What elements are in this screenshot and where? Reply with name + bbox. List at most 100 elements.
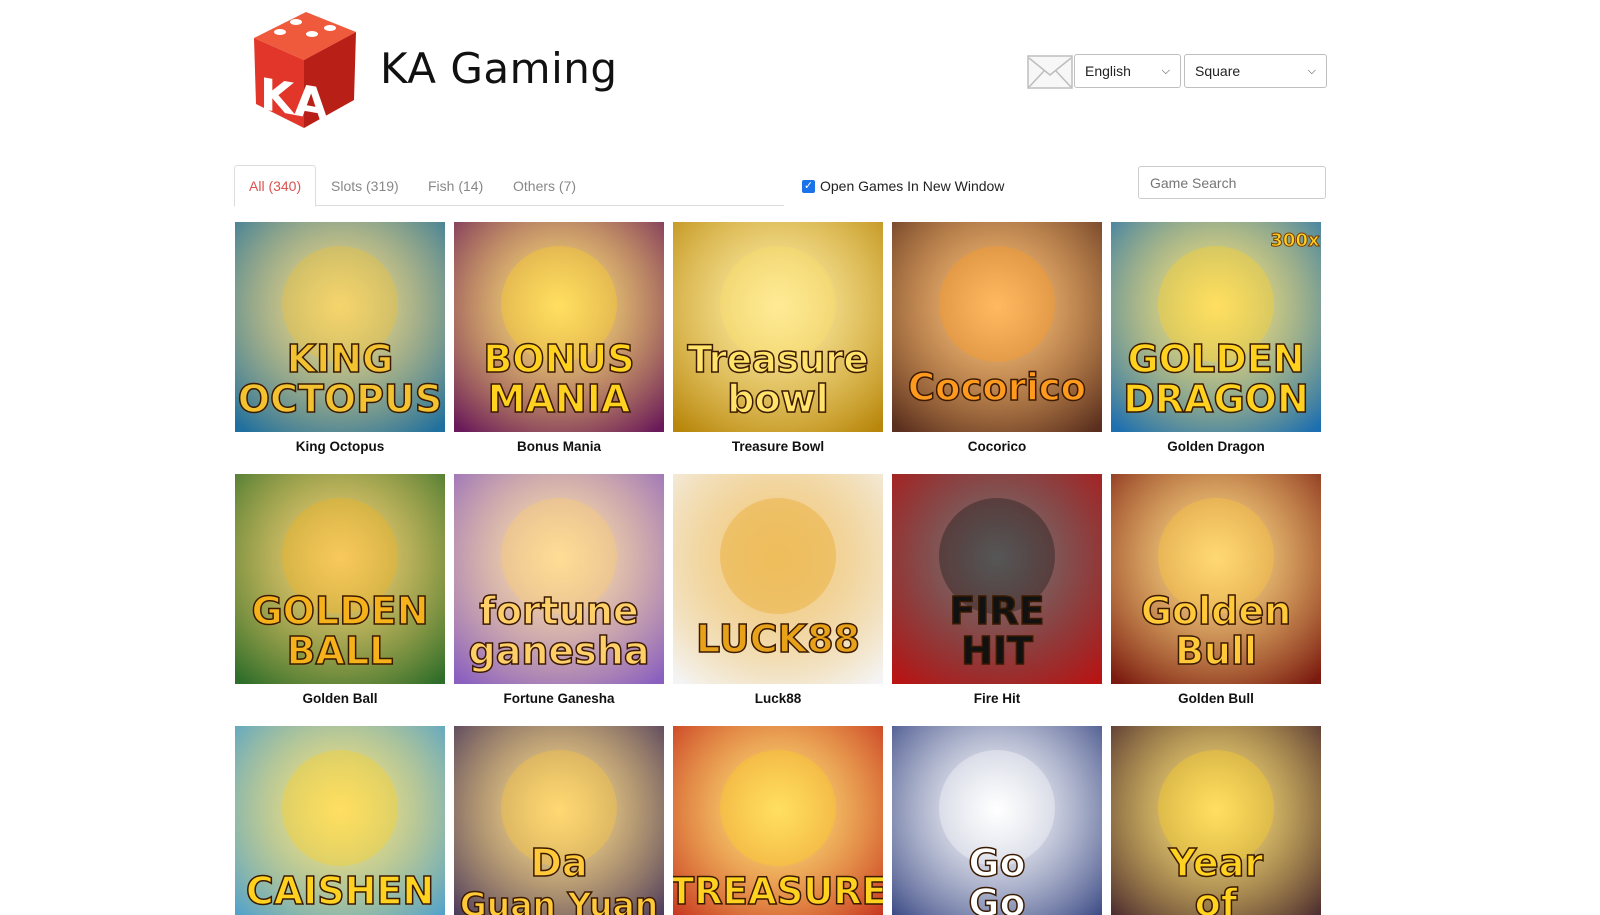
game-thumbnail[interactable]: LUCK88 (673, 474, 883, 684)
game-card[interactable]: GOLDEN BALL Golden Ball (235, 474, 445, 706)
game-card[interactable]: LUCK88 Luck88 (673, 474, 883, 706)
game-thumbnail[interactable]: TREASURE (673, 726, 883, 915)
game-artwork: LUCK88 (673, 474, 883, 684)
game-artwork: 300x GOLDENDRAGON (1111, 222, 1321, 432)
game-card[interactable]: Treasure bowl Treasure Bowl (673, 222, 883, 454)
checkbox-checked-icon[interactable]: ✓ (802, 179, 815, 193)
artwork-title-text: Go (968, 841, 1025, 885)
game-artwork: TREASURE (673, 726, 883, 915)
logo-letter-k: KA (260, 69, 329, 132)
artwork-title-text: of (1195, 881, 1238, 915)
artwork-title-text: HIT (961, 629, 1033, 673)
artwork-title-text: Go (968, 881, 1025, 915)
category-tabs: All (340) Slots (319) Fish (14) Others (… (234, 165, 784, 207)
game-thumbnail[interactable]: KING OCTOPUS (235, 222, 445, 432)
artwork-title-text: Treasure (687, 338, 868, 381)
game-card[interactable]: Da Guan Yuan (454, 726, 664, 915)
game-card[interactable]: 300x GOLDEN DRAGON Golden Dragon (1111, 222, 1321, 454)
game-title[interactable]: Bonus Mania (454, 439, 664, 454)
tab-fish[interactable]: Fish (14) (414, 165, 497, 206)
artwork-title-text: BONUS (483, 337, 634, 381)
game-thumbnail[interactable]: Golden Bull (1111, 474, 1321, 684)
game-thumbnail[interactable]: Go Go (892, 726, 1102, 915)
ka-gaming-logo[interactable]: KA (244, 8, 360, 132)
game-artwork: Treasurebowl (673, 222, 883, 432)
game-card[interactable]: FIRE HIT Fire Hit (892, 474, 1102, 706)
game-artwork: KINGOCTOPUS (235, 222, 445, 432)
game-card[interactable]: CAISHEN (235, 726, 445, 915)
artwork-title-text: DRAGON (1123, 377, 1309, 421)
artwork-title-text: Da (530, 841, 587, 885)
tab-slots[interactable]: Slots (319) (317, 165, 413, 206)
artwork-title-text: bowl (727, 377, 828, 421)
game-artwork: fortuneganesha (454, 474, 664, 684)
game-card[interactable]: KING OCTOPUS King Octopus (235, 222, 445, 454)
artwork-title-text: ganesha (469, 629, 650, 673)
artwork-title-text: Golden (1141, 589, 1291, 633)
game-thumbnail[interactable]: BONUS MANIA (454, 222, 664, 432)
tab-all[interactable]: All (340) (234, 165, 317, 207)
game-thumbnail[interactable]: Treasure bowl (673, 222, 883, 432)
game-card[interactable]: Golden Bull Golden Bull (1111, 474, 1321, 706)
game-title[interactable]: Cocorico (892, 439, 1102, 454)
artwork-emblem (939, 246, 1055, 362)
artwork-title-text: FIRE (949, 589, 1044, 633)
game-card[interactable]: Year of (1111, 726, 1321, 915)
game-thumbnail[interactable]: CAISHEN (235, 726, 445, 915)
chevron-down-icon: ⌵ (1161, 64, 1170, 77)
game-artwork: GoGo (892, 726, 1102, 915)
artwork-title-text: KING (287, 337, 394, 381)
game-artwork: GoldenBull (1111, 474, 1321, 684)
tab-others[interactable]: Others (7) (499, 165, 590, 206)
mail-icon[interactable] (1027, 55, 1073, 89)
artwork-title-text: Cocorico (908, 366, 1086, 409)
game-artwork: Yearof (1111, 726, 1321, 915)
game-title[interactable]: Golden Bull (1111, 691, 1321, 706)
artwork-emblem (720, 750, 836, 866)
game-thumbnail[interactable]: FIRE HIT (892, 474, 1102, 684)
artwork-emblem (720, 498, 836, 614)
game-title[interactable]: Fire Hit (892, 691, 1102, 706)
artwork-title-text: OCTOPUS (238, 377, 443, 421)
game-title[interactable]: Golden Ball (235, 691, 445, 706)
artwork-title-text: Guan Yuan (460, 885, 659, 915)
game-artwork: BONUSMANIA (454, 222, 664, 432)
game-thumbnail[interactable]: GOLDEN BALL (235, 474, 445, 684)
multiplier-badge: 300x (1270, 230, 1320, 251)
artwork-title-text: BALL (287, 629, 394, 673)
artwork-title-text: GOLDEN (251, 589, 428, 633)
open-new-window-toggle[interactable]: ✓ Open Games In New Window (802, 178, 1004, 194)
artwork-emblem (282, 750, 398, 866)
language-select-value: English (1085, 63, 1131, 79)
game-artwork: CAISHEN (235, 726, 445, 915)
game-title[interactable]: Luck88 (673, 691, 883, 706)
game-card[interactable]: TREASURE (673, 726, 883, 915)
artwork-title-text: fortune (479, 589, 638, 633)
game-search-input[interactable] (1138, 166, 1326, 199)
game-card[interactable]: Cocorico Cocorico (892, 222, 1102, 454)
view-mode-select[interactable]: Square ⌵ (1184, 54, 1327, 88)
game-thumbnail[interactable]: Cocorico (892, 222, 1102, 432)
game-card[interactable]: Go Go (892, 726, 1102, 915)
artwork-title-text: CAISHEN (246, 869, 434, 913)
brand-name: KA Gaming (380, 44, 618, 93)
game-title[interactable]: Fortune Ganesha (454, 691, 664, 706)
game-artwork: Cocorico (892, 222, 1102, 432)
game-thumbnail[interactable]: Year of (1111, 726, 1321, 915)
artwork-title-text: GOLDEN (1127, 337, 1304, 381)
artwork-title-text: Year (1168, 841, 1263, 885)
artwork-title-text: Bull (1175, 629, 1257, 673)
game-card[interactable]: fortune ganesha Fortune Ganesha (454, 474, 664, 706)
game-title[interactable]: Golden Dragon (1111, 439, 1321, 454)
game-thumbnail[interactable]: 300x GOLDEN DRAGON (1111, 222, 1321, 432)
game-thumbnail[interactable]: fortune ganesha (454, 474, 664, 684)
artwork-title-text: TREASURE (673, 870, 883, 913)
chevron-down-icon: ⌵ (1307, 64, 1316, 77)
game-artwork: FIREHIT (892, 474, 1102, 684)
game-card[interactable]: BONUS MANIA Bonus Mania (454, 222, 664, 454)
game-thumbnail[interactable]: Da Guan Yuan (454, 726, 664, 915)
artwork-title-text: MANIA (488, 377, 631, 421)
language-select[interactable]: English ⌵ (1074, 54, 1181, 88)
game-title[interactable]: Treasure Bowl (673, 439, 883, 454)
game-title[interactable]: King Octopus (235, 439, 445, 454)
